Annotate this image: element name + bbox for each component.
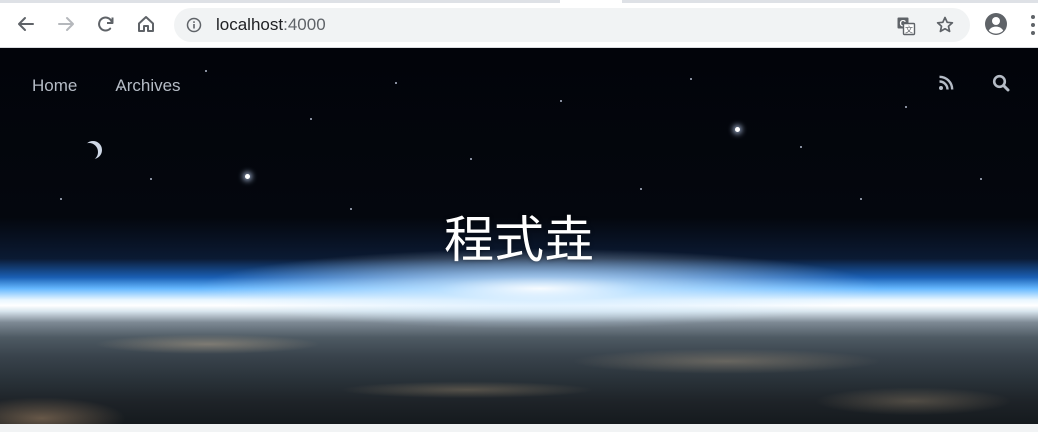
tab-strip-edge <box>0 0 560 3</box>
star-dot <box>560 100 562 102</box>
star-dot <box>860 198 862 200</box>
forward-button[interactable] <box>51 9 81 39</box>
reload-icon <box>98 16 114 32</box>
star-dot <box>690 78 692 80</box>
star-dot <box>310 118 312 120</box>
site-title: 程式垚 <box>444 211 594 269</box>
back-button[interactable] <box>11 9 41 39</box>
star-dot <box>980 178 982 180</box>
url-host: localhost <box>216 15 284 34</box>
info-icon[interactable] <box>186 17 202 33</box>
star-dot <box>60 198 62 200</box>
home-icon <box>138 16 154 32</box>
kebab-menu-icon[interactable] <box>1028 14 1038 36</box>
url-port: :4000 <box>283 15 326 34</box>
earth-clouds <box>0 310 1038 424</box>
url-text[interactable]: localhost:4000 <box>216 8 326 42</box>
star-dot <box>800 146 802 148</box>
profile-icon[interactable] <box>984 12 1008 36</box>
nav-link-archives[interactable]: Archives <box>115 76 180 96</box>
page-bottom-edge <box>0 424 1038 432</box>
nav-link-home[interactable]: Home <box>32 76 77 96</box>
search-icon[interactable] <box>992 74 1010 92</box>
star-icon[interactable] <box>935 15 955 35</box>
address-bar[interactable]: localhost:4000 G 文 <box>174 8 970 42</box>
star-dot <box>205 70 207 72</box>
star-dot <box>905 106 907 108</box>
tab-strip-edge <box>622 0 1038 3</box>
translate-icon[interactable]: G 文 <box>896 16 916 36</box>
star-dot <box>395 82 397 84</box>
rss-icon[interactable] <box>938 75 954 91</box>
back-arrow-icon <box>18 17 34 31</box>
hero-banner: Home Archives 程式垚 <box>0 48 1038 424</box>
home-button[interactable] <box>131 9 161 39</box>
forward-arrow-icon <box>58 17 74 31</box>
reload-button[interactable] <box>91 9 121 39</box>
star-dot <box>470 158 472 160</box>
svg-text:文: 文 <box>905 25 913 35</box>
star-dot <box>640 188 642 190</box>
site-nav: Home Archives <box>32 76 181 96</box>
star-dot <box>150 178 152 180</box>
bright-star <box>735 127 740 132</box>
browser-toolbar: localhost:4000 G 文 <box>0 0 1038 48</box>
bright-star <box>245 174 250 179</box>
moon-crescent <box>84 141 102 159</box>
